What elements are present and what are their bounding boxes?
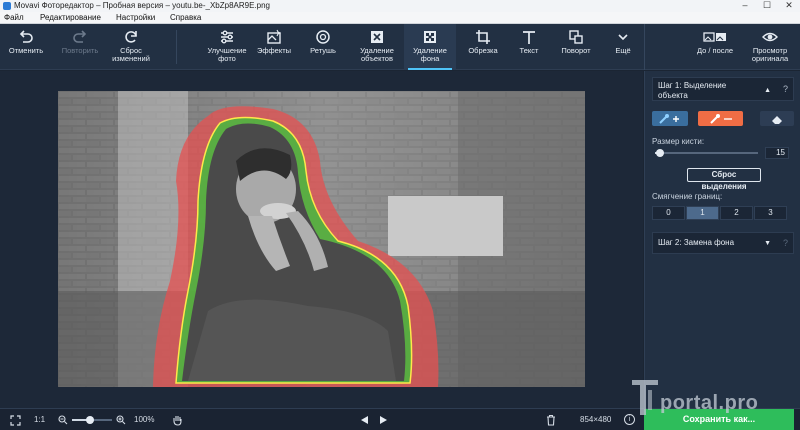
step1-header[interactable]: Шаг 1: Выделение объекта ▲ ? [652, 77, 794, 101]
view-original-label: Просмотр оригинала [751, 46, 789, 63]
window-title: Movavi Фоторедактор – Пробная версия – y… [14, 1, 270, 10]
crop-button[interactable]: Обрезка [462, 24, 504, 70]
reset-selection-button[interactable]: Сброс выделения [687, 168, 761, 191]
redo-button[interactable]: Повторить [54, 24, 106, 70]
text-label: Текст [519, 46, 539, 55]
brush-minus-icon [709, 114, 732, 124]
erase-brush-button[interactable] [698, 111, 743, 126]
smoothing-option-1[interactable]: 1 [686, 206, 719, 220]
brush-size-thumb[interactable] [656, 149, 664, 157]
crop-icon [476, 30, 490, 44]
caret-down-icon: ▼ [764, 240, 771, 247]
smoothing-option-0[interactable]: 0 [652, 206, 685, 220]
minimize-button[interactable]: – [734, 0, 756, 12]
toolbar-separator [176, 30, 177, 64]
zoom-thumb[interactable] [86, 416, 94, 424]
enhance-photo-label: Улучшение фото [207, 46, 247, 63]
caret-up-icon: ▲ [764, 87, 771, 94]
app-window: Movavi Фоторедактор – Пробная версия – y… [0, 0, 800, 430]
toolbar-separator [644, 24, 645, 70]
chevron-down-icon [618, 34, 628, 41]
text-button[interactable]: Текст [510, 24, 548, 70]
keep-brush-button[interactable] [652, 111, 688, 126]
zoom-level: 100% [134, 415, 155, 424]
object-removal-label: Удаление объектов [360, 46, 394, 63]
step2-header[interactable]: Шаг 2: Замена фона ▼ ? [652, 232, 794, 254]
undo-icon [19, 30, 33, 43]
settings-panel: Шаг 1: Выделение объекта ▲ ? Размер кист… [644, 71, 800, 408]
rotate-icon [569, 30, 583, 44]
redo-icon [73, 30, 87, 43]
redo-label: Повторить [61, 46, 99, 55]
brush-size-slider[interactable] [655, 149, 758, 157]
before-after-button[interactable]: До / после [690, 24, 740, 70]
background-removal-label: Удаление фона [413, 46, 447, 63]
crop-label: Обрезка [468, 46, 498, 55]
brush-plus-icon [659, 114, 679, 124]
next-image-icon[interactable] [379, 415, 388, 425]
undo-button[interactable]: Отменить [4, 24, 48, 70]
trash-icon[interactable] [546, 414, 556, 426]
hand-tool-icon[interactable] [172, 414, 183, 426]
info-icon[interactable]: i [624, 414, 635, 425]
enhance-photo-button[interactable]: Улучшение фото [202, 24, 252, 70]
zoom-in-icon[interactable] [116, 415, 126, 425]
effects-label: Эффекты [256, 46, 292, 55]
refresh-icon [125, 31, 137, 43]
background-removal-button[interactable]: Удаление фона [404, 24, 456, 70]
before-after-icon [703, 32, 726, 42]
title-bar: Movavi Фоторедактор – Пробная версия – y… [0, 0, 800, 12]
retouch-icon [316, 30, 330, 44]
help-icon[interactable]: ? [783, 84, 788, 94]
object-removal-icon [371, 31, 383, 43]
toolbar: Отменить Повторить Сброс изменений Улучш… [0, 24, 800, 70]
menu-settings[interactable]: Настройки [116, 12, 155, 24]
zoom-slider[interactable] [72, 416, 112, 424]
step2-title: Шаг 2: Замена фона [658, 238, 735, 247]
app-icon [3, 2, 11, 10]
brush-size-value[interactable]: 15 [765, 147, 789, 159]
effects-button[interactable]: Эффекты [252, 24, 296, 70]
undo-label: Отменить [8, 46, 44, 55]
photo-image[interactable] [58, 91, 585, 387]
before-after-label: До / после [696, 46, 734, 55]
fullscreen-icon[interactable] [10, 415, 21, 426]
more-button[interactable]: Ещё [606, 24, 640, 70]
rotate-button[interactable]: Поворот [554, 24, 598, 70]
more-label: Ещё [615, 46, 631, 55]
zoom-out-icon[interactable] [58, 415, 68, 425]
image-dimensions: 854×480 [580, 415, 612, 424]
background-removal-icon [424, 31, 436, 43]
save-as-button[interactable]: Сохранить как... [644, 409, 794, 430]
view-original-button[interactable]: Просмотр оригинала [744, 24, 796, 70]
retouch-button[interactable]: Ретушь [302, 24, 344, 70]
maximize-button[interactable]: ☐ [756, 0, 778, 12]
menu-help[interactable]: Справка [170, 12, 201, 24]
menu-bar: Файл Редактирование Настройки Справка [0, 12, 800, 24]
help-icon[interactable]: ? [783, 238, 788, 248]
object-removal-button[interactable]: Удаление объектов [352, 24, 402, 70]
eye-icon [762, 32, 778, 42]
menu-file[interactable]: Файл [4, 12, 24, 24]
previous-image-icon[interactable] [360, 415, 369, 425]
sliders-icon [221, 30, 233, 44]
canvas-area[interactable] [0, 71, 643, 408]
eraser-button[interactable] [760, 111, 794, 126]
reset-changes-label: Сброс изменений [112, 46, 150, 63]
brush-size-label: Размер кисти: [652, 137, 705, 146]
actual-size-button[interactable]: 1:1 [34, 414, 45, 426]
close-button[interactable]: ✕ [778, 0, 800, 12]
rotate-label: Поворот [561, 46, 591, 55]
retouch-label: Ретушь [310, 46, 336, 55]
edge-smoothing-label: Смягчение границ: [652, 192, 723, 201]
menu-edit[interactable]: Редактирование [40, 12, 101, 24]
eraser-icon [772, 116, 782, 124]
effects-icon [267, 29, 282, 44]
reset-changes-button[interactable]: Сброс изменений [108, 24, 154, 70]
text-icon [523, 31, 535, 44]
smoothing-option-2[interactable]: 2 [720, 206, 753, 220]
smoothing-option-3[interactable]: 3 [754, 206, 787, 220]
